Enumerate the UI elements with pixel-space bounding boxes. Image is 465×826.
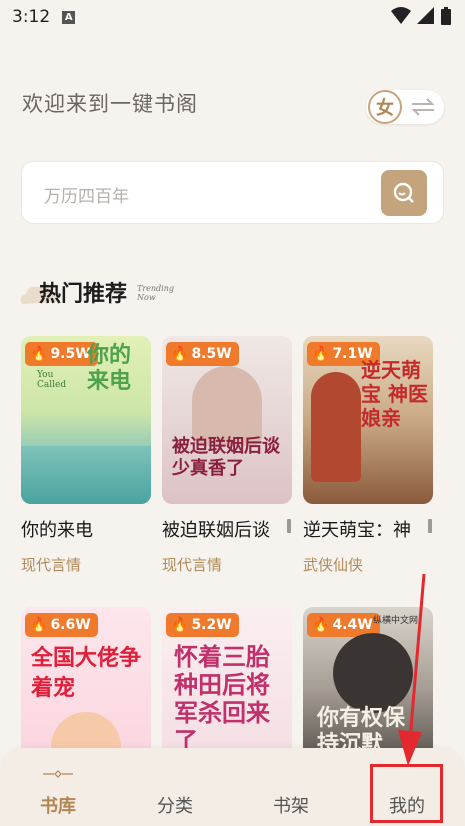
cover-figure-art <box>192 366 262 446</box>
book-cover[interactable]: 🔥 8.5W 被迫联姻后谈少真香了 <box>162 336 292 504</box>
tab-library[interactable]: 书库 <box>40 792 76 818</box>
book-cover[interactable]: 🔥 7.1W 逆天萌宝 神医娘亲 <box>303 336 433 504</box>
gender-toggle[interactable]: 女 <box>366 90 444 124</box>
battery-icon <box>441 7 451 25</box>
search-button[interactable] <box>381 170 427 216</box>
section-subtitle-line2: Now <box>137 293 156 302</box>
heat-badge: 🔥 6.6W <box>25 613 98 637</box>
active-tab-indicator-icon <box>43 770 73 778</box>
annotation-arrow-icon <box>398 573 426 766</box>
cover-title: 你的来电 <box>87 342 132 394</box>
book-cover[interactable]: 🔥 9.5W 你的来电 You Called <box>21 336 151 504</box>
cover-title: 全国大佬争着宠 <box>31 645 142 701</box>
signal-icon <box>417 7 434 24</box>
status-time: 3:12 <box>12 7 51 27</box>
fire-icon: 🔥 <box>30 346 48 362</box>
heat-value: 8.5W <box>191 346 232 362</box>
book-genre: 现代言情 <box>162 556 223 574</box>
app-notification-icon: A <box>62 10 76 24</box>
swap-arrows-icon <box>411 98 435 116</box>
heat-value: 5.2W <box>191 617 232 633</box>
fire-icon: 🔥 <box>171 617 189 633</box>
wifi-icon <box>391 7 411 24</box>
gender-badge: 女 <box>368 90 402 124</box>
cover-title: 被迫联姻后谈少真香了 <box>172 436 280 479</box>
heat-value: 4.4W <box>332 617 373 633</box>
section-subtitle: Trending Now <box>137 284 187 302</box>
fire-icon: 🔥 <box>312 346 330 362</box>
book-title: 你的来电 <box>21 520 93 541</box>
fire-icon: 🔥 <box>171 346 189 362</box>
heat-badge: 🔥 8.5W <box>166 342 239 366</box>
book-title: 逆天萌宝：神 <box>303 520 411 541</box>
book-genre: 现代言情 <box>21 556 82 574</box>
tab-category[interactable]: 分类 <box>157 792 193 818</box>
tab-bookshelf[interactable]: 书架 <box>273 792 309 818</box>
cover-title: 怀着三胎种田后将军杀回来了 <box>174 642 270 755</box>
title-scroll-indicator <box>287 519 291 533</box>
annotation-highlight-box <box>370 764 443 823</box>
search-icon <box>393 182 414 203</box>
heat-value: 6.6W <box>50 617 91 633</box>
welcome-title: 欢迎来到一键书阁 <box>22 92 198 116</box>
section-title: 热门推荐 <box>39 281 128 307</box>
search-box[interactable]: 万历四百年 <box>21 161 444 224</box>
fire-icon: 🔥 <box>312 617 330 633</box>
cover-sea-art <box>21 446 151 504</box>
cover-title: 逆天萌宝 神医娘亲 <box>361 358 428 430</box>
title-scroll-indicator <box>428 519 432 533</box>
cover-figure-art <box>311 372 361 482</box>
fire-icon: 🔥 <box>30 617 48 633</box>
book-title: 被迫联姻后谈 <box>162 520 270 541</box>
book-genre: 武侠仙侠 <box>303 556 364 574</box>
heat-value: 9.5W <box>50 346 91 362</box>
status-icons <box>391 7 451 25</box>
heat-badge: 🔥 5.2W <box>166 613 239 637</box>
status-bar: 3:12 A <box>0 0 465 34</box>
cover-subtitle: You Called <box>37 370 67 390</box>
search-input[interactable]: 万历四百年 <box>44 182 129 207</box>
section-subtitle-line1: Trending <box>137 284 174 293</box>
